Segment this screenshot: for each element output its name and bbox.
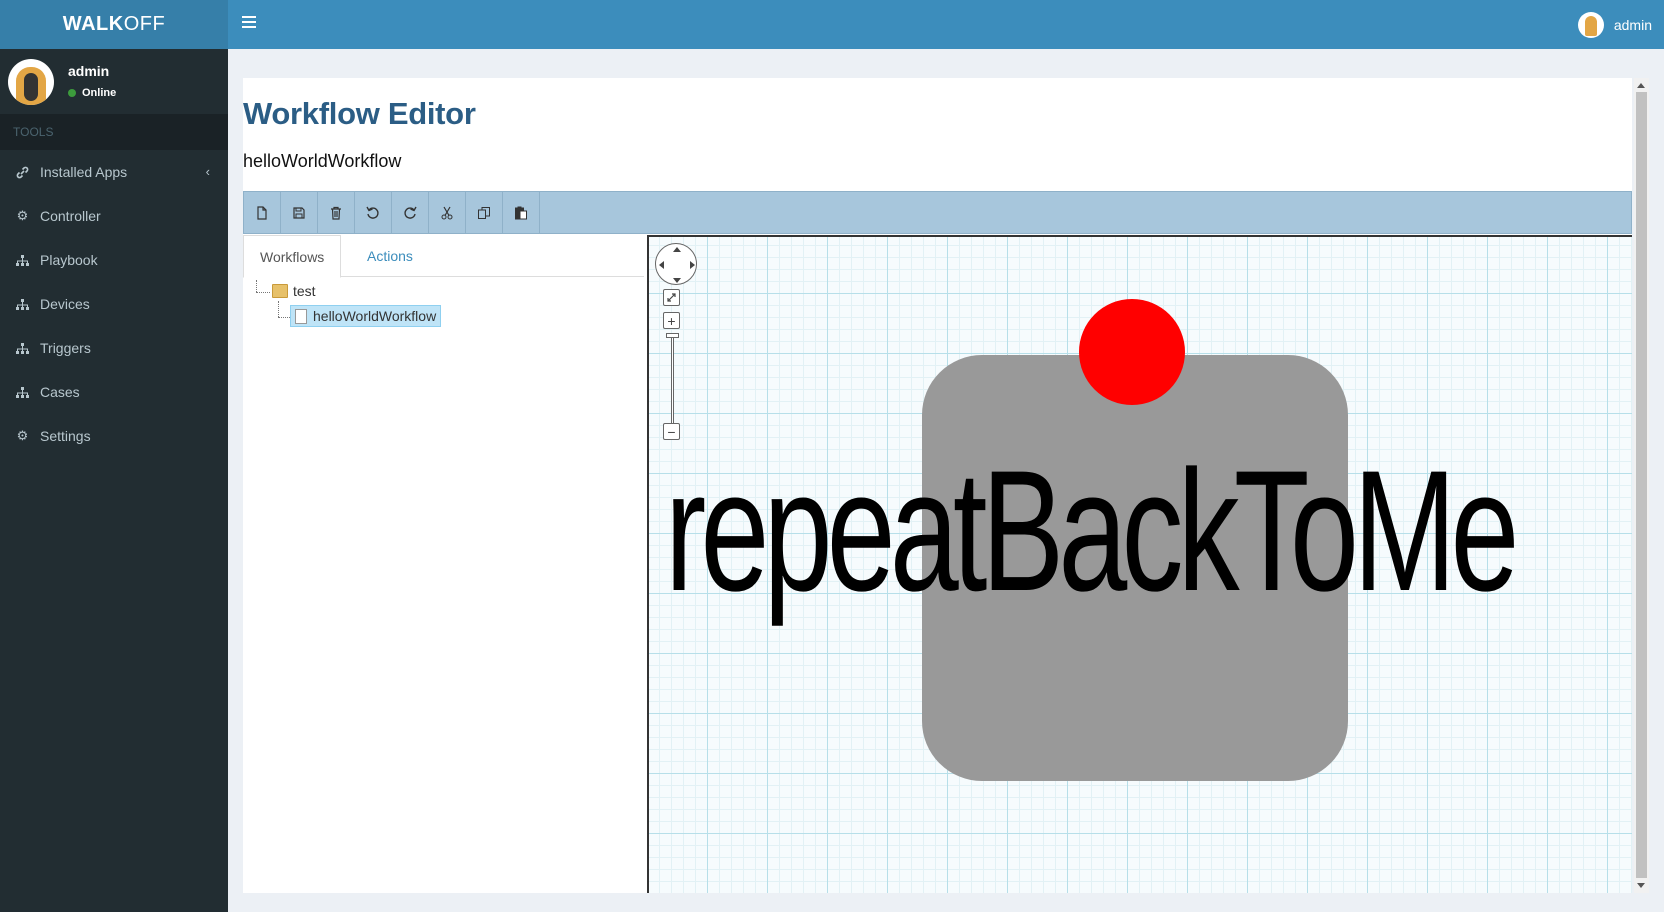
- sidebar-section-header: TOOLS: [0, 114, 228, 150]
- tree-connector: [278, 301, 279, 317]
- zoom-out-button[interactable]: −: [663, 423, 680, 440]
- sidebar-item-label: Settings: [40, 428, 91, 444]
- pan-arrows-icon: [659, 247, 695, 283]
- sidebar-item-controller[interactable]: ⚙ Controller: [0, 194, 228, 238]
- sidebar-item-label: Playbook: [40, 252, 98, 268]
- tab-workflows[interactable]: Workflows: [243, 235, 342, 278]
- tree-folder-label: test: [293, 283, 316, 299]
- workflow-canvas[interactable]: repeatBackToMe + −: [647, 235, 1632, 893]
- sidebar-item-label: Cases: [40, 384, 80, 400]
- sitemap-icon: [16, 342, 29, 355]
- avatar: [8, 59, 54, 105]
- sidebar-user-name: admin: [68, 63, 110, 79]
- tree-connector: [256, 280, 257, 292]
- logo-light-text: OFF: [123, 13, 166, 35]
- redo-icon: [404, 206, 417, 219]
- sidebar-item-triggers[interactable]: Triggers: [0, 326, 228, 370]
- plus-icon: +: [667, 312, 676, 329]
- user-panel: admin Online: [0, 49, 228, 114]
- scrollbar-thumb[interactable]: [1636, 92, 1647, 878]
- tree-folder-test[interactable]: test: [272, 283, 316, 299]
- tab-actions[interactable]: Actions: [351, 235, 429, 277]
- page-scrollbar[interactable]: [1634, 78, 1649, 893]
- sidebar-item-label: Installed Apps: [40, 164, 128, 180]
- new-workflow-button[interactable]: [244, 192, 281, 233]
- zoom-in-button[interactable]: +: [663, 312, 680, 329]
- sidebar-item-installed-apps[interactable]: Installed Apps ‹: [0, 150, 228, 194]
- delete-button[interactable]: [318, 192, 355, 233]
- workflow-panel: Workflows Actions test helloWorldWorkflo…: [243, 235, 644, 893]
- sitemap-icon: [16, 298, 29, 311]
- tree-file-helloworldworkflow[interactable]: helloWorldWorkflow: [290, 305, 442, 327]
- minus-icon: −: [667, 423, 676, 440]
- save-icon: [293, 206, 305, 219]
- logo-bold-text: WALK: [62, 13, 124, 35]
- zoom-slider-handle[interactable]: [666, 333, 679, 338]
- fit-to-view-button[interactable]: [663, 289, 680, 306]
- navbar: admin: [228, 0, 1664, 49]
- copy-button[interactable]: [466, 192, 503, 233]
- sidebar-item-label: Triggers: [40, 340, 91, 356]
- user-status: Online: [68, 87, 116, 99]
- zoom-slider[interactable]: [671, 335, 674, 428]
- pan-control[interactable]: [655, 243, 697, 285]
- app-logo[interactable]: WALKOFF: [0, 0, 228, 49]
- trash-icon: [331, 206, 341, 220]
- link-icon: [16, 166, 29, 179]
- main-content: Workflow Editor helloWorldWorkflow Workf…: [243, 78, 1632, 893]
- action-node-label: repeatBackToMe: [665, 435, 1519, 627]
- tree-connector: [256, 292, 270, 293]
- sidebar-item-devices[interactable]: Devices: [0, 282, 228, 326]
- current-workflow-name: helloWorldWorkflow: [243, 151, 402, 171]
- tree-connector: [278, 317, 290, 318]
- start-node-marker[interactable]: [1079, 299, 1185, 405]
- undo-button[interactable]: [355, 192, 392, 233]
- redo-button[interactable]: [392, 192, 429, 233]
- scroll-up-icon[interactable]: [1637, 83, 1645, 88]
- user-menu-name: admin: [1613, 17, 1652, 33]
- sitemap-icon: [16, 386, 29, 399]
- folder-icon: [272, 284, 288, 298]
- gear-icon: ⚙: [16, 208, 29, 223]
- page-title: Workflow Editor: [243, 96, 476, 131]
- sidebar-item-label: Controller: [40, 208, 101, 224]
- scroll-down-icon[interactable]: [1637, 883, 1645, 888]
- cut-icon: [441, 206, 453, 219]
- sidebar-item-label: Devices: [40, 296, 90, 312]
- panel-tabs: Workflows Actions: [243, 235, 644, 278]
- sidebar-item-cases[interactable]: Cases: [0, 370, 228, 414]
- undo-icon: [366, 206, 379, 219]
- chevron-left-icon: ‹: [205, 164, 210, 179]
- editor-toolbar: [243, 191, 1632, 234]
- expand-icon: [667, 293, 676, 302]
- sitemap-icon: [16, 254, 29, 267]
- save-workflow-button[interactable]: [281, 192, 318, 233]
- user-status-label: Online: [82, 87, 117, 99]
- sidebar: admin Online TOOLS Installed Apps ‹ ⚙ Co…: [0, 49, 228, 912]
- paste-button[interactable]: [503, 192, 540, 233]
- file-icon: [295, 308, 307, 324]
- new-file-icon: [257, 205, 267, 220]
- top-bar: WALKOFF admin: [0, 0, 1664, 49]
- user-menu[interactable]: admin: [1577, 12, 1652, 38]
- tree-file-label: helloWorldWorkflow: [313, 308, 437, 324]
- sidebar-item-settings[interactable]: ⚙ Settings: [0, 414, 228, 458]
- avatar: [1577, 12, 1604, 38]
- status-dot-icon: [68, 89, 76, 97]
- sidebar-toggle-icon[interactable]: [242, 16, 256, 30]
- paste-icon: [515, 206, 527, 219]
- sidebar-item-playbook[interactable]: Playbook: [0, 238, 228, 282]
- cut-button[interactable]: [429, 192, 466, 233]
- gear-icon: ⚙: [16, 428, 29, 443]
- copy-icon: [478, 206, 490, 219]
